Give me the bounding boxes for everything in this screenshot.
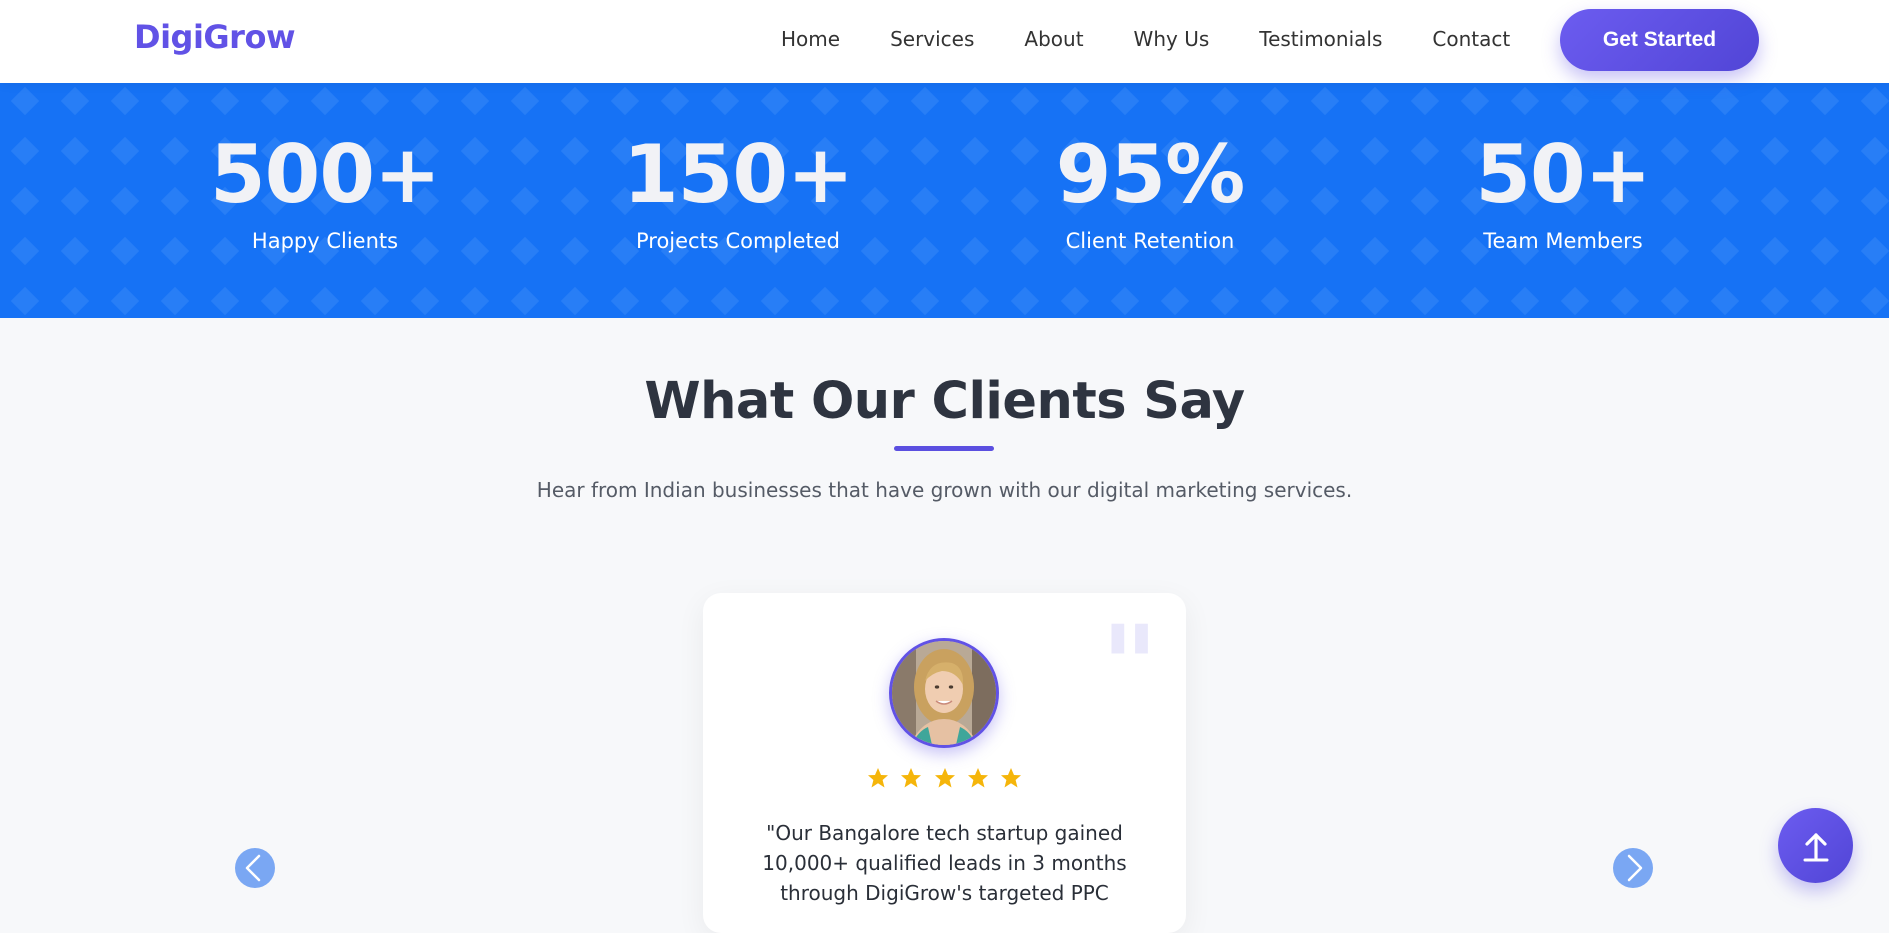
chevron-left-icon [245,854,261,882]
nav-link-testimonials[interactable]: Testimonials [1259,27,1382,51]
stat-client-retention: 95% Client Retention [1000,128,1300,254]
site-header: DigiGrow Home Services About Why Us Test… [0,0,1889,83]
stats-band: 500+ Happy Clients 150+ Projects Complet… [0,83,1889,318]
brand-logo[interactable]: DigiGrow [134,18,296,56]
section-subtitle: Hear from Indian businesses that have gr… [536,478,1353,502]
nav-link-services[interactable]: Services [890,27,974,51]
star-icon [934,768,955,788]
star-icon [967,768,988,788]
stat-label: Projects Completed [635,229,840,253]
stat-value: 95% [1055,128,1245,221]
stat-team-members: 50+ Team Members [1413,128,1713,254]
carousel-next-button[interactable] [1613,848,1653,888]
stat-value: 500+ [209,128,441,221]
stat-label: Happy Clients [251,229,399,253]
title-underline [894,446,994,451]
client-avatar [889,638,999,748]
scroll-to-top-button[interactable] [1778,808,1853,883]
get-started-button[interactable]: Get Started [1560,9,1759,71]
stat-happy-clients: 500+ Happy Clients [175,128,475,254]
star-icon [901,768,922,788]
star-icon [1000,768,1021,788]
quote-mark-icon: " [1101,601,1159,730]
arrow-up-icon [1803,832,1828,861]
nav-link-why-us[interactable]: Why Us [1134,27,1210,51]
testimonial-quote: "Our Bangalore tech startup gained 10,00… [762,821,1127,905]
main-nav: Home Services About Why Us Testimonials … [781,27,1510,51]
star-rating [703,766,1186,794]
chevron-right-icon [1627,854,1643,882]
nav-link-contact[interactable]: Contact [1432,27,1510,51]
stat-label: Team Members [1483,229,1643,253]
stat-label: Client Retention [1065,229,1235,253]
section-title: What Our Clients Say [644,372,1245,431]
nav-link-home[interactable]: Home [781,27,840,51]
stat-value: 50+ [1475,128,1651,221]
stat-projects-completed: 150+ Projects Completed [588,128,888,254]
testimonial-card: " "Our Bangalore tech startup gained 10,… [703,593,1186,933]
carousel-prev-button[interactable] [235,848,275,888]
stat-value: 150+ [622,128,854,221]
star-icon [868,768,889,788]
nav-link-about[interactable]: About [1024,27,1083,51]
